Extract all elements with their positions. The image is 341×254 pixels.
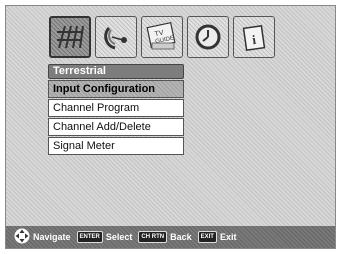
hint-exit-label: Exit: [219, 232, 237, 242]
submenu-title: Terrestrial: [48, 64, 184, 79]
hint-back-label: Back: [170, 232, 192, 242]
button-hint-bar: Navigate ENTER Select CH RTN Back EXIT E…: [6, 226, 335, 248]
hint-exit: EXIT Exit: [197, 231, 237, 243]
menu-frame: TV GUIDE i Terrestrial Input Configurati…: [5, 5, 336, 249]
hint-back: CH RTN Back: [138, 231, 192, 243]
hint-navigate: Navigate: [14, 228, 71, 246]
hint-navigate-label: Navigate: [33, 232, 71, 242]
menu-item-channel-program[interactable]: Channel Program: [48, 99, 184, 117]
hint-select: ENTER Select: [76, 231, 133, 243]
menu-item-channel-add-delete[interactable]: Channel Add/Delete: [48, 118, 184, 136]
hint-select-label: Select: [105, 232, 133, 242]
dpad-icon: [14, 228, 30, 246]
menu-tab-info[interactable]: i: [233, 16, 275, 58]
clock-icon: [193, 22, 223, 52]
menu-icon-bar: TV GUIDE i: [49, 16, 275, 58]
menu-tab-tv-guide[interactable]: TV GUIDE: [141, 16, 183, 58]
menu-tab-satellite[interactable]: [95, 16, 137, 58]
terrestrial-submenu: Terrestrial Input Configuration Channel …: [48, 64, 184, 155]
exit-key-icon: EXIT: [197, 231, 217, 243]
menu-tab-terrestrial[interactable]: [49, 16, 91, 58]
menu-item-input-configuration[interactable]: Input Configuration: [48, 80, 184, 98]
ch-rtn-key-icon: CH RTN: [138, 231, 168, 243]
info-icon: i: [239, 22, 269, 52]
enter-key-icon: ENTER: [76, 231, 103, 243]
menu-item-signal-meter[interactable]: Signal Meter: [48, 137, 184, 155]
menu-tab-timer[interactable]: [187, 16, 229, 58]
tv-guide-icon: TV GUIDE: [146, 21, 178, 53]
antenna-icon: [55, 22, 85, 52]
satellite-dish-icon: [101, 22, 131, 52]
